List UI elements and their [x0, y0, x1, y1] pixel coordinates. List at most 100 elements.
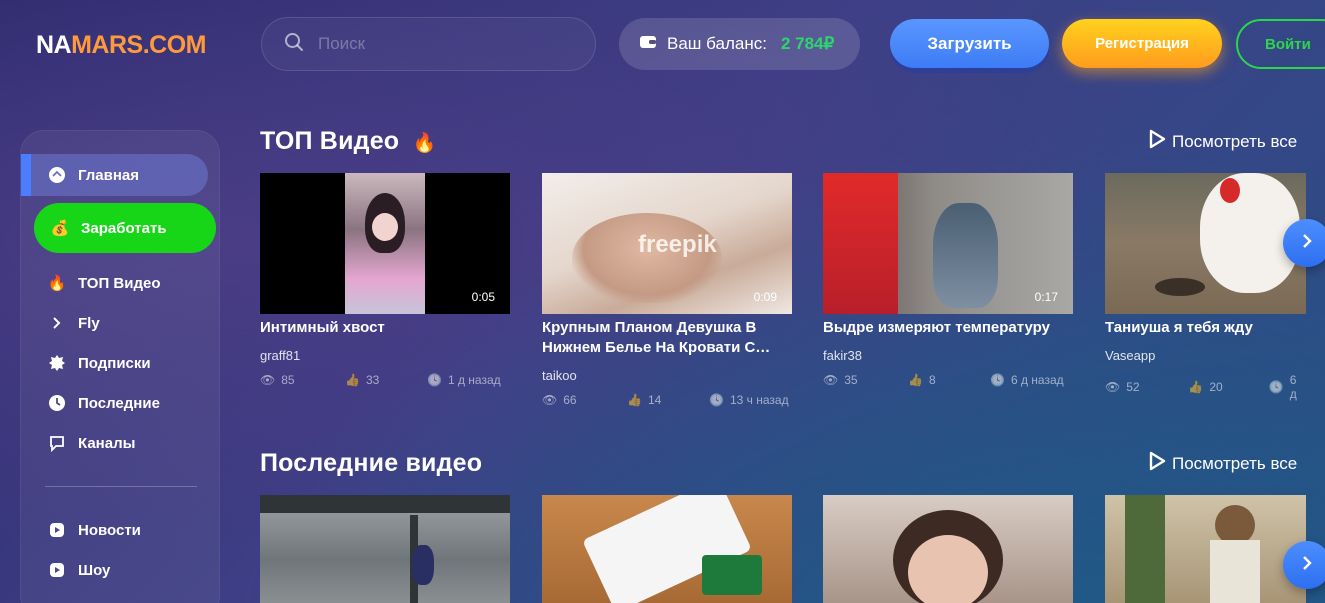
- video-thumbnail[interactable]: [1105, 495, 1306, 603]
- thumbs-up-icon: 👍: [345, 373, 360, 387]
- subscriptions-icon: [47, 353, 67, 373]
- section-title-text: Последние видео: [260, 449, 483, 477]
- video-author[interactable]: Vaseapp: [1105, 348, 1306, 363]
- video-thumbnail[interactable]: 0:05: [260, 173, 510, 314]
- clock-icon: 🕓: [990, 373, 1005, 387]
- video-duration: 0:05: [471, 290, 495, 304]
- upload-time: 6 д: [1289, 373, 1297, 401]
- sidebar-item-label: Шоу: [78, 561, 111, 579]
- video-title[interactable]: Крупным Планом Девушка В Нижнем Белье На…: [542, 318, 792, 358]
- video-title[interactable]: Выдре измеряют температуру: [823, 318, 1073, 338]
- video-card[interactable]: freepik 0:09 Крупным Планом Девушка В Ни…: [542, 173, 792, 407]
- video-card[interactable]: [542, 495, 792, 603]
- sidebar-item-label: ТОП Видео: [78, 274, 161, 292]
- logo-text-accent: MARS: [71, 31, 143, 59]
- search-icon: [284, 32, 304, 57]
- see-all-label: Посмотреть все: [1172, 131, 1298, 151]
- chevron-right-icon: [47, 313, 67, 333]
- clock-icon: 🕓: [709, 393, 724, 407]
- video-card[interactable]: [260, 495, 510, 603]
- sidebar-divider: [45, 486, 197, 487]
- fire-icon: 🔥: [47, 275, 67, 292]
- video-thumbnail[interactable]: 0:17: [823, 173, 1073, 314]
- sidebar-item-earn[interactable]: 💰 Заработать: [34, 203, 216, 253]
- sidebar-item-subscriptions[interactable]: Подписки: [21, 343, 221, 383]
- video-stats: 👁 35 👍 8 🕓 6 д назад: [823, 373, 1073, 387]
- clock-icon: 🕓: [427, 373, 442, 387]
- thumbs-up-icon: 👍: [627, 393, 642, 407]
- video-stats: 👁 66 👍 14 🕓 13 ч назад: [542, 393, 792, 407]
- search-input[interactable]: [318, 34, 568, 54]
- clock-icon: 🕓: [1268, 380, 1284, 394]
- wallet-icon: [639, 34, 657, 55]
- video-thumbnail[interactable]: [823, 495, 1073, 603]
- register-button[interactable]: Регистрация: [1062, 19, 1222, 68]
- logo-text-end: .COM: [142, 31, 207, 59]
- site-logo[interactable]: NAMARS.COM: [36, 31, 207, 60]
- see-all-label: Посмотреть все: [1172, 453, 1298, 473]
- video-title[interactable]: Интимный хвост: [260, 318, 510, 338]
- video-author[interactable]: graff81: [260, 348, 510, 363]
- section-title-latest: Последние видео: [260, 449, 482, 478]
- play-square-icon: [47, 520, 67, 540]
- sidebar-item-label: Новости: [78, 521, 141, 539]
- video-author[interactable]: taikoo: [542, 368, 792, 383]
- sidebar-item-label: Заработать: [81, 219, 167, 237]
- channels-icon: [47, 433, 67, 453]
- thumbs-up-icon: 👍: [908, 373, 923, 387]
- sidebar-item-label: Главная: [78, 166, 140, 184]
- video-stats: 👁 85 👍 33 🕓 1 д назад: [260, 373, 510, 387]
- thumbs-up-icon: 👍: [1188, 380, 1204, 394]
- fire-icon: 🔥: [412, 133, 437, 154]
- video-thumbnail[interactable]: [1105, 173, 1306, 314]
- upload-time: 1 д назад: [447, 373, 501, 387]
- sidebar-item-fly[interactable]: Fly: [21, 303, 221, 343]
- play-outline-icon: [1148, 129, 1166, 154]
- video-title[interactable]: Таниуша я тебя жду: [1105, 318, 1306, 338]
- eye-icon: 👁: [542, 393, 558, 407]
- likes-count: 14: [647, 393, 662, 407]
- video-thumbnail[interactable]: freepik 0:09: [542, 173, 792, 314]
- video-stats: 👁 52 👍 20 🕓 6 д: [1105, 373, 1306, 401]
- likes-count: 33: [365, 373, 380, 387]
- sidebar-item-label: Последние: [78, 394, 160, 412]
- section-title-top: ТОП Видео 🔥: [260, 127, 436, 156]
- video-card[interactable]: [823, 495, 1073, 603]
- search-box[interactable]: [261, 17, 596, 71]
- see-all-latest-link[interactable]: Посмотреть все: [1148, 451, 1297, 476]
- sidebar-item-top-video[interactable]: 🔥 ТОП Видео: [21, 263, 221, 303]
- balance-widget[interactable]: Ваш баланс: 2 784₽: [619, 18, 860, 70]
- video-card[interactable]: 0:17 Выдре измеряют температуру fakir38 …: [823, 173, 1073, 387]
- likes-count: 20: [1209, 380, 1223, 394]
- sidebar-item-home[interactable]: Главная: [21, 154, 208, 196]
- logo-text-start: NA: [36, 31, 72, 59]
- sidebar-item-label: Подписки: [78, 354, 151, 372]
- video-card[interactable]: Таниуша я тебя жду Vaseapp 👁 52 👍 20 🕓 6 д: [1105, 173, 1306, 401]
- freepik-watermark: freepik: [638, 231, 717, 258]
- video-author[interactable]: fakir38: [823, 348, 1073, 363]
- video-card[interactable]: [1105, 495, 1306, 603]
- sidebar-item-channels[interactable]: Каналы: [21, 423, 221, 463]
- video-card[interactable]: 0:05 Интимный хвост graff81 👁 85 👍 33 🕓 1 д…: [260, 173, 510, 387]
- sidebar-item-show[interactable]: Шоу: [21, 550, 221, 590]
- video-thumbnail[interactable]: [542, 495, 792, 603]
- eye-icon: 👁: [260, 373, 276, 387]
- carousel-next-button[interactable]: [1283, 219, 1325, 267]
- login-button[interactable]: Войти: [1236, 19, 1325, 69]
- views-count: 66: [563, 393, 577, 407]
- sidebar-item-news[interactable]: Новости: [21, 510, 221, 550]
- carousel-next-button[interactable]: [1283, 541, 1325, 589]
- upload-time: 13 ч назад: [729, 393, 789, 407]
- play-square-icon: [47, 560, 67, 580]
- clock-icon: [47, 393, 67, 413]
- chevron-right-icon: [1301, 552, 1313, 578]
- views-count: 52: [1126, 380, 1140, 394]
- video-thumbnail[interactable]: [260, 495, 510, 603]
- likes-count: 8: [928, 373, 936, 387]
- eye-icon: 👁: [1105, 380, 1121, 394]
- play-outline-icon: [1148, 451, 1166, 476]
- views-count: 85: [281, 373, 295, 387]
- sidebar-item-latest[interactable]: Последние: [21, 383, 221, 423]
- upload-button[interactable]: Загрузить: [890, 19, 1049, 68]
- see-all-top-link[interactable]: Посмотреть все: [1148, 129, 1297, 154]
